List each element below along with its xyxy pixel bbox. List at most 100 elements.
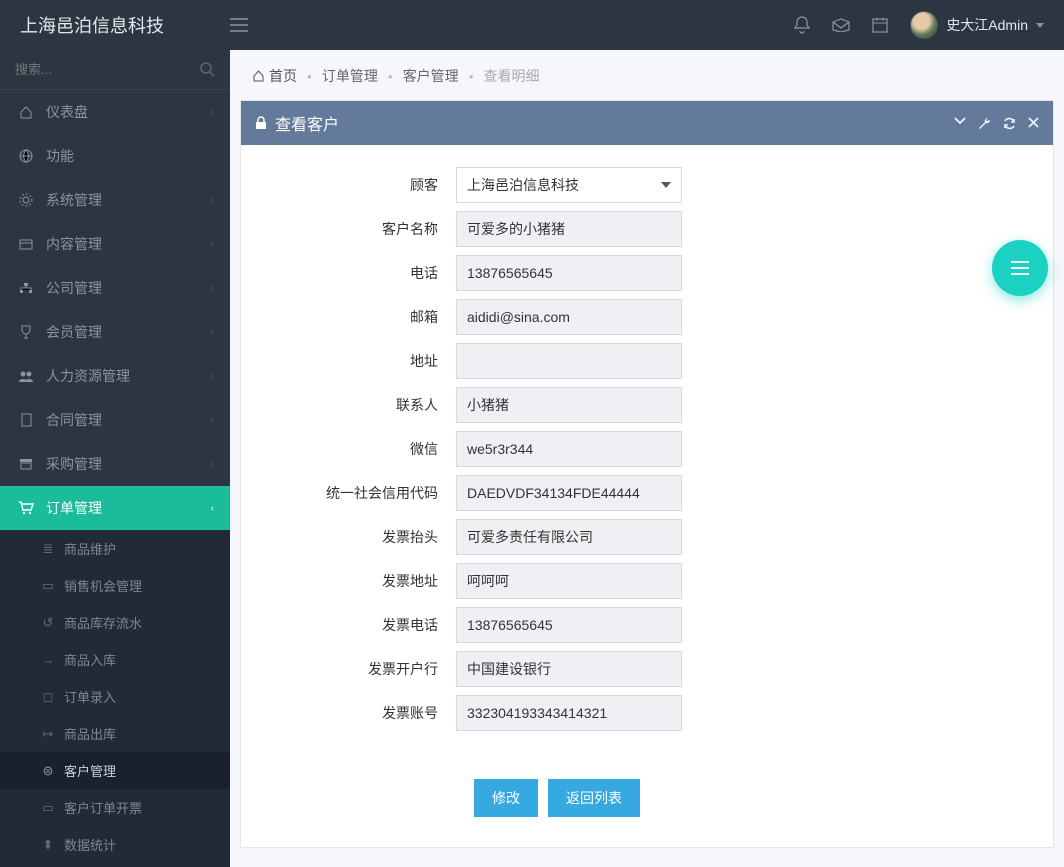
chevron-left-icon: ‹ <box>211 283 214 294</box>
content: 首页 ● 订单管理 ● 客户管理 ● 查看明细 查看客户 顾客上海邑泊信息科技 <box>230 50 1064 867</box>
label-invacct: 发票账号 <box>261 703 456 723</box>
edit-button[interactable]: 修改 <box>474 779 538 817</box>
nav: 仪表盘‹ 功能 系统管理‹ 内容管理‹ 公司管理‹ 会员管理‹ 人力资源管理‹ … <box>0 90 230 867</box>
hamburger-button[interactable] <box>230 18 270 32</box>
topbar: 上海邑泊信息科技 史大江Admin <box>0 0 1064 50</box>
nav-company[interactable]: 公司管理‹ <box>0 266 230 310</box>
label-invphone: 发票电话 <box>261 615 456 635</box>
signout-icon: ↦ <box>40 726 56 742</box>
refresh-button[interactable] <box>1003 117 1016 130</box>
sub-stats[interactable]: ⬍数据统计 <box>0 826 230 863</box>
sub-stockin[interactable]: →商品入库 <box>0 641 230 678</box>
sidebar: 仪表盘‹ 功能 系统管理‹ 内容管理‹ 公司管理‹ 会员管理‹ 人力资源管理‹ … <box>0 50 230 867</box>
nav-features[interactable]: 功能 <box>0 134 230 178</box>
nav-content[interactable]: 内容管理‹ <box>0 222 230 266</box>
sub-stockflow[interactable]: ↺商品库存流水 <box>0 604 230 641</box>
input-invacct[interactable] <box>456 695 682 731</box>
chevron-left-icon: ‹ <box>211 459 214 470</box>
brand: 上海邑泊信息科技 <box>0 12 230 38</box>
input-contact[interactable] <box>456 387 682 423</box>
input-invtitle[interactable] <box>456 519 682 555</box>
lock-icon <box>255 116 267 130</box>
wrench-button[interactable] <box>978 117 991 130</box>
panel-title: 查看客户 <box>275 111 946 135</box>
fab-menu[interactable] <box>992 240 1048 296</box>
breadcrumb-detail: 查看明细 <box>484 66 540 86</box>
input-name[interactable] <box>456 211 682 247</box>
crm-icon: ▭ <box>40 578 56 594</box>
chevron-left-icon: ‹ <box>211 415 214 426</box>
chevron-left-icon: ‹ <box>211 371 214 382</box>
breadcrumb-home[interactable]: 首页 <box>252 66 297 86</box>
collapse-button[interactable] <box>954 117 966 130</box>
db-icon: ≣ <box>40 541 56 557</box>
panel: 查看客户 顾客上海邑泊信息科技 客户名称 电话 邮箱 地址 联系人 微信 统一社… <box>240 100 1054 848</box>
user-name: 史大江Admin <box>946 15 1028 35</box>
tablet-icon <box>16 413 36 427</box>
input-address[interactable] <box>456 343 682 379</box>
nav-procure[interactable]: 采购管理‹ <box>0 442 230 486</box>
input-phone[interactable] <box>456 255 682 291</box>
breadcrumb: 首页 ● 订单管理 ● 客户管理 ● 查看明细 <box>230 50 1064 100</box>
input-wechat[interactable] <box>456 431 682 467</box>
users-icon <box>16 370 36 382</box>
search-input[interactable] <box>15 62 192 77</box>
history-icon: ↺ <box>40 615 56 631</box>
cogs-icon <box>16 193 36 207</box>
home-icon <box>252 70 265 82</box>
bookmark-icon: ◻ <box>40 689 56 705</box>
bell-icon[interactable] <box>794 16 810 34</box>
label-wechat: 微信 <box>261 439 456 459</box>
breadcrumb-customer[interactable]: 客户管理 <box>403 66 459 86</box>
input-invbank[interactable] <box>456 651 682 687</box>
search-icon[interactable] <box>200 62 215 77</box>
sub-orderentry[interactable]: ◻订单录入 <box>0 678 230 715</box>
input-invaddr[interactable] <box>456 563 682 599</box>
input-uscc[interactable] <box>456 475 682 511</box>
nav-order[interactable]: 订单管理‹ <box>0 486 230 530</box>
close-button[interactable] <box>1028 117 1039 130</box>
user-menu[interactable]: 史大江Admin <box>910 11 1044 39</box>
label-contact: 联系人 <box>261 395 456 415</box>
breadcrumb-orders[interactable]: 订单管理 <box>322 66 378 86</box>
input-invphone[interactable] <box>456 607 682 643</box>
archive-icon <box>16 458 36 470</box>
chevron-left-icon: ‹ <box>211 107 214 118</box>
signin-icon: → <box>40 652 56 667</box>
label-invtitle: 发票抬头 <box>261 527 456 547</box>
globe-icon <box>16 149 36 163</box>
label-customer: 顾客 <box>261 175 456 195</box>
car-icon: ⊜ <box>40 763 56 779</box>
sitemap-icon <box>16 282 36 294</box>
nav-hr[interactable]: 人力资源管理‹ <box>0 354 230 398</box>
sep-icon: ● <box>469 72 474 81</box>
trophy-icon <box>16 325 36 339</box>
input-email[interactable] <box>456 299 682 335</box>
select-customer[interactable]: 上海邑泊信息科技 <box>456 167 682 203</box>
card-icon <box>16 239 36 250</box>
panel-tools <box>954 117 1039 130</box>
sub-customer[interactable]: ⊜客户管理 <box>0 752 230 789</box>
nav-dashboard[interactable]: 仪表盘‹ <box>0 90 230 134</box>
mail-icon[interactable] <box>832 18 850 32</box>
sub-stockout[interactable]: ↦商品出库 <box>0 715 230 752</box>
sub-product[interactable]: ≣商品维护 <box>0 530 230 567</box>
nav-member[interactable]: 会员管理‹ <box>0 310 230 354</box>
back-button[interactable]: 返回列表 <box>548 779 640 817</box>
sub-store[interactable]: ▢门店管理 <box>0 863 230 867</box>
panel-body: 顾客上海邑泊信息科技 客户名称 电话 邮箱 地址 联系人 微信 统一社会信用代码… <box>241 145 1053 847</box>
sub-invoice[interactable]: ▭客户订单开票 <box>0 789 230 826</box>
button-row: 修改 返回列表 <box>474 779 1033 817</box>
topbar-right: 史大江Admin <box>794 11 1064 39</box>
sub-sales[interactable]: ▭销售机会管理 <box>0 567 230 604</box>
nav-system[interactable]: 系统管理‹ <box>0 178 230 222</box>
panel-header: 查看客户 <box>241 101 1053 145</box>
chevron-left-icon: ‹ <box>211 503 214 514</box>
calendar-icon[interactable] <box>872 17 888 33</box>
label-invbank: 发票开户行 <box>261 659 456 679</box>
nav-contract[interactable]: 合同管理‹ <box>0 398 230 442</box>
label-phone: 电话 <box>261 263 456 283</box>
menu-icon <box>1011 261 1029 275</box>
credit-icon: ▭ <box>40 800 56 816</box>
home-icon <box>16 105 36 119</box>
